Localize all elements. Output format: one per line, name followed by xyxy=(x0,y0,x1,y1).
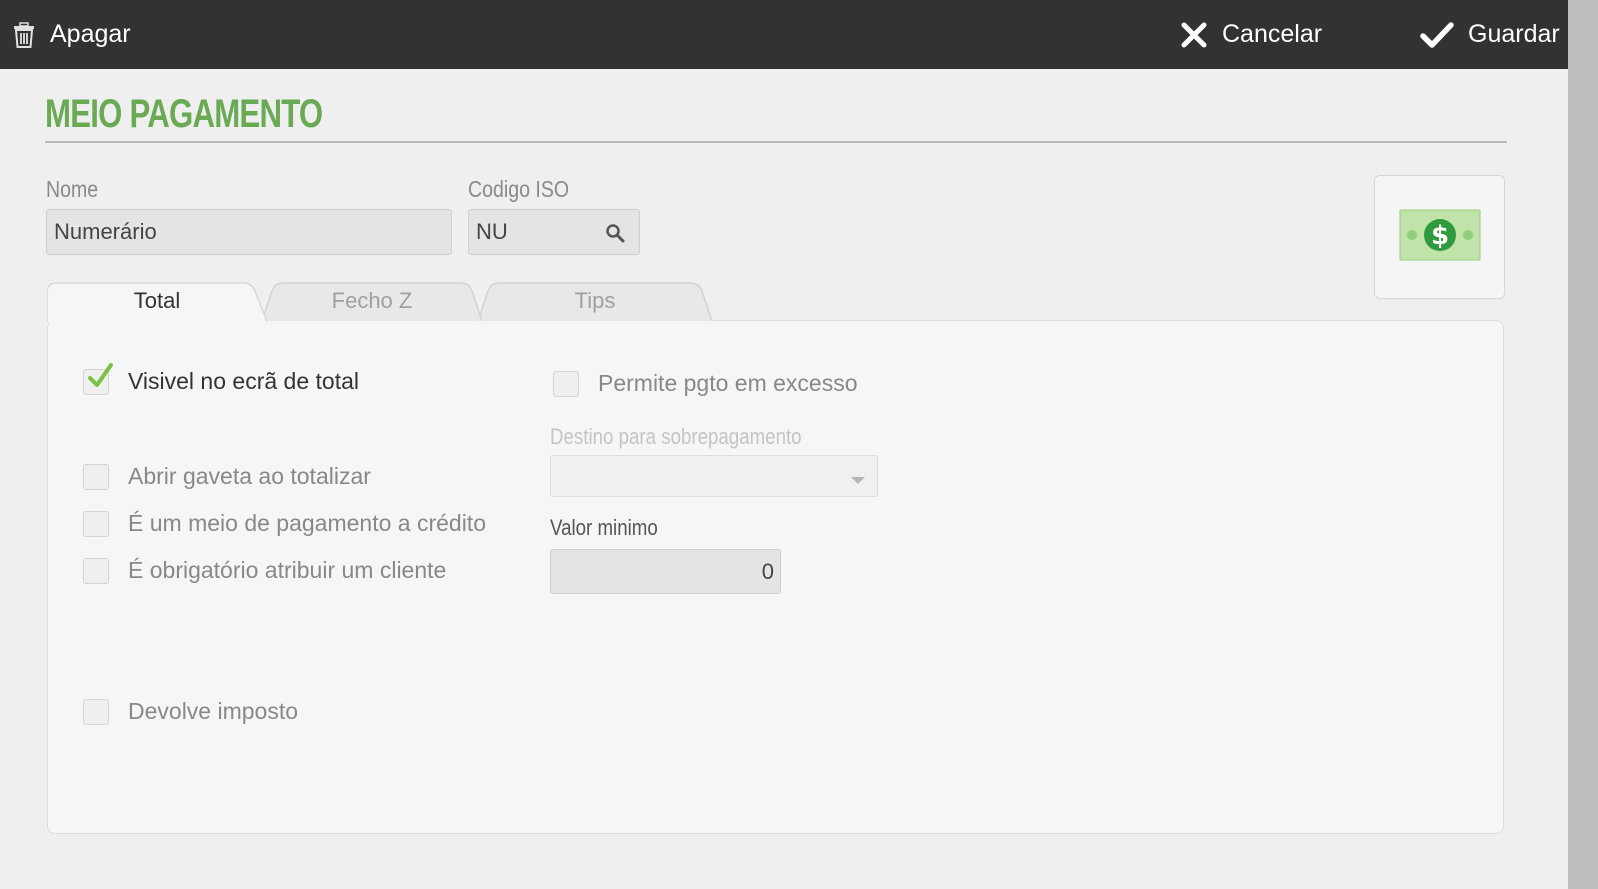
delete-label: Apagar xyxy=(50,20,131,48)
cancel-label: Cancelar xyxy=(1222,20,1323,48)
cancel-button[interactable]: Cancelar xyxy=(1180,0,1322,69)
overpayment-destination-select[interactable] xyxy=(550,455,878,497)
save-button[interactable]: Guardar xyxy=(1420,0,1560,69)
title-divider xyxy=(45,141,1507,143)
page-title: MEIO PAGAMENTO xyxy=(45,92,323,136)
tab-label: Fecho Z xyxy=(331,288,413,313)
visivel-total-option[interactable]: Visivel no ecrã de total xyxy=(83,362,359,395)
top-toolbar: Apagar Cancelar Guardar xyxy=(0,0,1568,69)
visivel-total-label: Visivel no ecrã de total xyxy=(128,368,359,394)
search-icon[interactable] xyxy=(605,223,625,249)
iso-code-label: Codigo ISO xyxy=(468,176,570,202)
iso-code-value: NU xyxy=(476,219,508,244)
save-label: Guardar xyxy=(1468,20,1560,48)
payment-icon-picker[interactable]: $ xyxy=(1374,175,1505,299)
permite-excesso-option[interactable]: Permite pgto em excesso xyxy=(553,370,858,397)
devolve-imposto-option[interactable]: Devolve imposto xyxy=(83,698,298,725)
chevron-down-icon xyxy=(851,472,865,490)
check-icon xyxy=(1420,21,1454,49)
tab-label: Tips xyxy=(574,288,616,313)
obrigatorio-cliente-label: É obrigatório atribuir um cliente xyxy=(128,557,447,583)
tab-fecho-z[interactable]: Fecho Z xyxy=(262,281,482,322)
check-icon xyxy=(88,362,113,387)
abrir-gaveta-checkbox[interactable] xyxy=(83,463,109,490)
meio-credito-option[interactable]: É um meio de pagamento a crédito xyxy=(83,510,486,537)
permite-excesso-checkbox[interactable] xyxy=(553,370,579,397)
obrigatorio-cliente-option[interactable]: É obrigatório atribuir um cliente xyxy=(83,557,446,584)
iso-code-field[interactable]: NU xyxy=(468,209,640,255)
tab-total[interactable]: Total xyxy=(47,281,267,323)
visivel-total-checkbox[interactable] xyxy=(83,362,113,395)
nome-label: Nome xyxy=(46,176,99,202)
tab-tips[interactable]: Tips xyxy=(478,281,712,322)
svg-text:$: $ xyxy=(1430,221,1448,251)
devolve-imposto-checkbox[interactable] xyxy=(83,698,109,725)
valor-minimo-field[interactable]: 0 xyxy=(550,549,781,594)
meio-credito-checkbox[interactable] xyxy=(83,510,109,537)
abrir-gaveta-option[interactable]: Abrir gaveta ao totalizar xyxy=(83,463,371,490)
close-icon xyxy=(1180,21,1208,49)
abrir-gaveta-label: Abrir gaveta ao totalizar xyxy=(128,463,371,489)
meio-credito-label: É um meio de pagamento a crédito xyxy=(128,510,486,536)
valor-minimo-label: Valor minimo xyxy=(550,515,658,540)
nome-field[interactable]: Numerário xyxy=(46,209,452,255)
window-scrollbar[interactable] xyxy=(1568,0,1598,889)
dollar-bill-icon: $ xyxy=(1399,209,1481,266)
delete-button[interactable]: Apagar xyxy=(12,0,131,69)
permite-excesso-label: Permite pgto em excesso xyxy=(598,370,858,396)
app-window: Apagar Cancelar Guardar MEIO PAGAMENTO N… xyxy=(0,0,1568,889)
devolve-imposto-label: Devolve imposto xyxy=(128,698,299,724)
tab-label: Total xyxy=(133,288,181,313)
trash-icon xyxy=(12,21,36,48)
overpayment-destination-label: Destino para sobrepagamento xyxy=(550,424,802,449)
obrigatorio-cliente-checkbox[interactable] xyxy=(83,557,109,584)
